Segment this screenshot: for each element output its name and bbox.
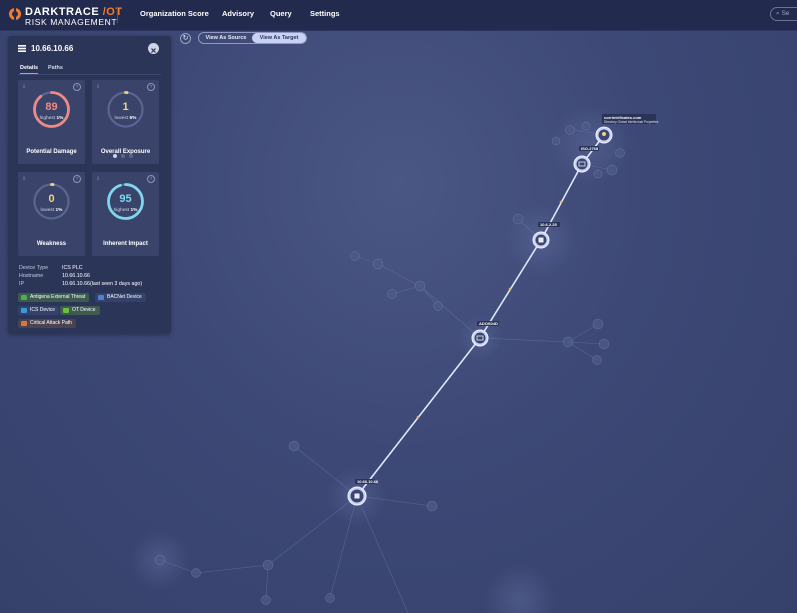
tag-bacnet-device[interactable]: BACNet Device	[95, 293, 146, 302]
inherent-impact-value: 95	[119, 193, 132, 205]
tag-critical-attack-path[interactable]: Critical Attack Path	[18, 319, 76, 328]
card-potential-damage[interactable]: ⇩ ? 89 highest 1% Potential Damage	[18, 80, 85, 164]
search-icon: ⌕	[776, 10, 780, 17]
cluster-halo	[484, 564, 556, 613]
carousel-dot[interactable]	[129, 154, 133, 158]
view-as-target-button[interactable]: View As Target	[252, 33, 306, 43]
server-icon	[538, 237, 544, 243]
external-entity-icon	[602, 132, 606, 136]
weakness-title: Weakness	[36, 241, 67, 247]
tab-details[interactable]: Details	[20, 65, 39, 74]
help-icon[interactable]: ?	[147, 175, 155, 183]
info-key: Hostname	[19, 273, 44, 279]
overall-exposure-rank: lowest 5%	[114, 116, 137, 121]
carousel-dot[interactable]	[121, 154, 125, 158]
header-divider	[117, 7, 118, 23]
nav-query[interactable]: Query	[270, 9, 292, 18]
node-label: 10.66.10.66	[357, 479, 379, 484]
card-weakness[interactable]: ⇩ ? 0 lowest 1% Weakness	[18, 172, 85, 256]
search-placeholder: Se	[781, 10, 790, 17]
close-panel-button[interactable]	[148, 43, 159, 54]
nav-advisory[interactable]: Advisory	[222, 9, 254, 18]
device-list-icon	[18, 45, 26, 52]
logo-subtitle: RISK MANAGEMENT	[25, 17, 118, 27]
potential-damage-value: 89	[45, 101, 58, 113]
view-as-source-button[interactable]: View As Source	[201, 33, 251, 43]
view-toggle: View As Source View As Target	[198, 32, 307, 44]
help-icon[interactable]: ?	[147, 83, 155, 91]
tab-paths[interactable]: Paths	[48, 65, 63, 71]
close-icon	[151, 48, 156, 53]
inherent-impact-title: Inherent Impact	[103, 241, 148, 247]
search-input[interactable]: ⌕ Se	[770, 7, 797, 21]
weakness-rank: lowest 1%	[40, 208, 63, 213]
device-details-panel: 10.66.10.66 Details Paths ⇩ ? 89 highest…	[8, 36, 171, 334]
node-sublabel: Directory Global Intellectual Properties	[604, 120, 659, 124]
info-value: 10.66.10.66	[62, 273, 90, 279]
carousel-dot[interactable]	[113, 154, 117, 158]
top-bar: DARKTRACE /OT RISK MANAGEMENT Organizati…	[0, 0, 797, 31]
peripheral-nodes	[154, 121, 625, 605]
overall-exposure-value: 1	[122, 101, 129, 113]
info-value: 10.66.10.66(last seen 3 days ago)	[62, 281, 143, 287]
node-label: ADOS04D	[479, 321, 498, 326]
inherent-impact-rank: highest 1%	[113, 208, 138, 213]
help-icon[interactable]: ?	[73, 83, 81, 91]
critical-attack-path	[356, 134, 605, 497]
card-inherent-impact[interactable]: ⇩ ? 95 highest 1% Inherent Impact	[92, 172, 159, 256]
plc-icon	[354, 493, 360, 499]
secondary-edges	[159, 129, 613, 613]
tag-antigena-external-threat[interactable]: Antigena External Threat	[18, 293, 90, 302]
pin-icon: ⇩	[22, 84, 27, 90]
refresh-icon: ↻	[182, 35, 189, 42]
potential-damage-title: Potential Damage	[26, 149, 77, 155]
carousel-dots[interactable]	[113, 145, 137, 163]
refresh-button[interactable]: ↻	[180, 33, 191, 44]
node-label: 10.6.2.25	[540, 222, 557, 227]
help-icon[interactable]: ?	[73, 175, 81, 183]
potential-damage-rank: highest 1%	[39, 116, 64, 121]
panel-title: 10.66.10.66	[18, 44, 73, 53]
pin-icon: ⇩	[22, 176, 27, 182]
darktrace-logo[interactable]: DARKTRACE /OT RISK MANAGEMENT	[8, 6, 122, 27]
tag-ics-device[interactable]: ICS Device	[18, 306, 60, 315]
tag-ot-device[interactable]: OT Device	[60, 306, 100, 315]
info-value: ICS PLC	[62, 265, 83, 271]
tab-divider	[18, 74, 161, 75]
pin-icon: ⇩	[96, 176, 101, 182]
info-key: Device Type	[19, 265, 49, 271]
weakness-value: 0	[48, 193, 55, 205]
info-key: IP	[19, 281, 25, 287]
pin-icon: ⇩	[96, 84, 101, 90]
nav-organization-score[interactable]: Organization Score	[140, 9, 209, 18]
nav-settings[interactable]: Settings	[310, 9, 340, 18]
device-ip-title: 10.66.10.66	[31, 44, 74, 53]
node-label: ISO-2768	[581, 146, 599, 151]
darktrace-logo-icon	[9, 7, 21, 21]
